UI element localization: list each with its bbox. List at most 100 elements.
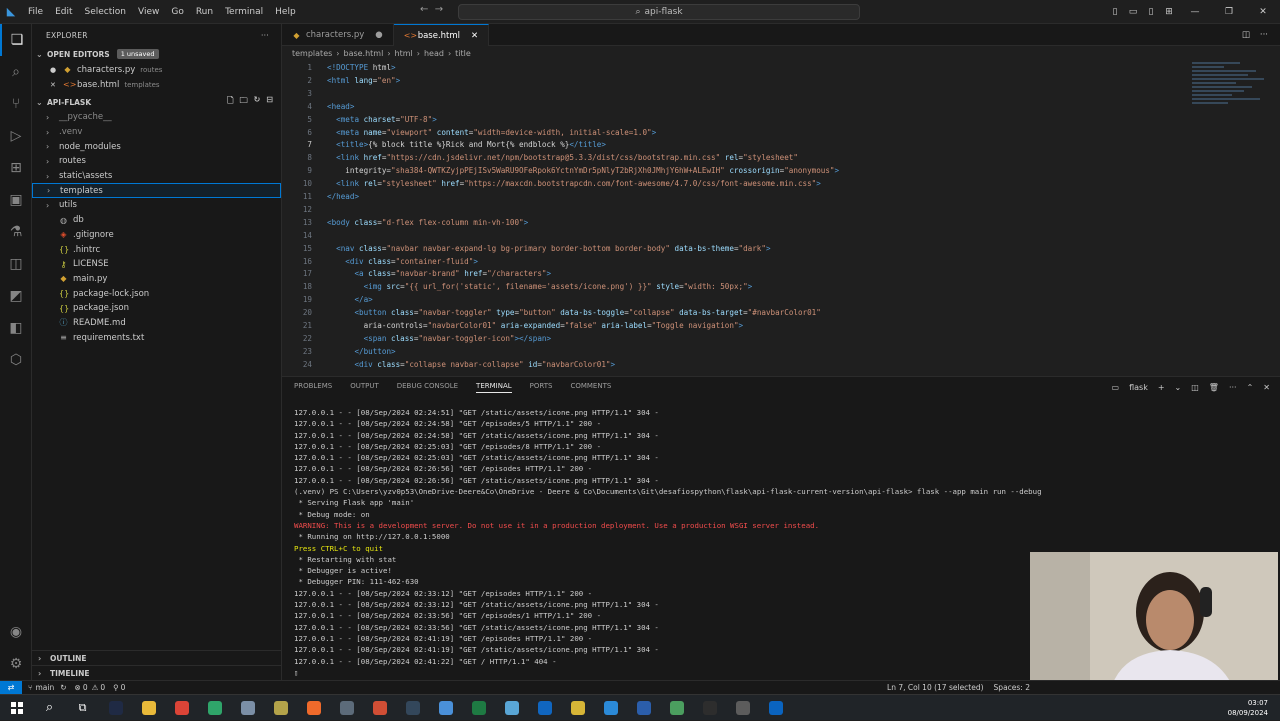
- panel-tab-comments[interactable]: COMMENTS: [570, 382, 611, 393]
- code-line[interactable]: <title>{% block title %}Rick and Mort{% …: [327, 140, 606, 149]
- code-line[interactable]: </a>: [327, 295, 373, 304]
- code-line[interactable]: aria-controls="navbarColor01" aria-expan…: [327, 321, 743, 330]
- modified-dot-icon[interactable]: ●: [50, 66, 58, 74]
- code-line[interactable]: <link rel="stylesheet" href="https://max…: [327, 179, 821, 188]
- extensions-icon[interactable]: ⊞: [0, 152, 32, 184]
- chevron-down-icon[interactable]: ⌄: [1175, 383, 1182, 392]
- tree-item[interactable]: ›templates: [32, 183, 281, 198]
- sourcetree-icon[interactable]: [561, 695, 594, 721]
- files-icon[interactable]: [495, 695, 528, 721]
- breadcrumb-item[interactable]: base.html: [343, 49, 383, 58]
- code-line[interactable]: <img src="{{ url_for('static', filename=…: [327, 282, 752, 291]
- tab-characters-py[interactable]: ◆characters.py●: [282, 24, 394, 46]
- command-center[interactable]: ⌕ api-flask: [458, 4, 860, 20]
- gear-icon[interactable]: ⚙: [0, 648, 32, 680]
- task-view-icon[interactable]: ⧉: [66, 695, 99, 721]
- outlook-icon[interactable]: [528, 695, 561, 721]
- notepad-icon[interactable]: [330, 695, 363, 721]
- tree-item[interactable]: ›.venv: [32, 125, 281, 140]
- shell-label[interactable]: flask: [1129, 383, 1148, 392]
- toggle-panel-icon[interactable]: ▭: [1124, 7, 1142, 17]
- snipping-tool-icon[interactable]: [231, 695, 264, 721]
- menu-item-terminal[interactable]: Terminal: [219, 7, 269, 17]
- terminal-output[interactable]: 127.0.0.1 - - [08/Sep/2024 02:24:51] "GE…: [294, 407, 1042, 678]
- search-icon[interactable]: ⌕: [0, 56, 32, 88]
- code-line[interactable]: <nav class="navbar navbar-expand-lg bg-p…: [327, 244, 771, 253]
- branch-name[interactable]: main: [36, 683, 55, 692]
- copilot-icon[interactable]: ⬡: [0, 344, 32, 376]
- tab-base-html[interactable]: <>base.html✕: [394, 24, 489, 46]
- add-terminal-icon[interactable]: +: [1158, 383, 1165, 392]
- close-panel-icon[interactable]: ✕: [1263, 383, 1270, 392]
- code-line[interactable]: <div class="container-fluid">: [327, 257, 478, 266]
- tree-item[interactable]: {}package.json: [32, 301, 281, 316]
- panel-tab-problems[interactable]: PROBLEMS: [294, 382, 332, 393]
- search-icon[interactable]: ⌕: [33, 695, 66, 721]
- breadcrumb-item[interactable]: templates: [292, 49, 332, 58]
- minimize-button[interactable]: —: [1178, 7, 1212, 17]
- close-window-button[interactable]: ✕: [1246, 7, 1280, 17]
- open-editor-item[interactable]: ●◆characters.pyroutes: [32, 62, 281, 77]
- tree-item[interactable]: {}package-lock.json: [32, 286, 281, 301]
- file-explorer-icon[interactable]: [132, 695, 165, 721]
- tree-item[interactable]: ◈.gitignore: [32, 228, 281, 243]
- ports-count[interactable]: 0: [121, 683, 126, 692]
- menu-item-view[interactable]: View: [132, 7, 165, 17]
- vscode-icon[interactable]: [594, 695, 627, 721]
- edge-icon[interactable]: [198, 695, 231, 721]
- menu-item-selection[interactable]: Selection: [79, 7, 132, 17]
- panel-tab-output[interactable]: OUTPUT: [350, 382, 379, 393]
- code-editor[interactable]: 1<!DOCTYPE html>2<html lang="en">34<head…: [282, 60, 1280, 373]
- toggle-sidebar-icon[interactable]: ▯: [1106, 7, 1124, 17]
- git-icon[interactable]: [363, 695, 396, 721]
- breadcrumb-item[interactable]: title: [455, 49, 471, 58]
- settings-icon[interactable]: [726, 695, 759, 721]
- more-actions-icon[interactable]: ···: [1229, 383, 1237, 392]
- maximize-panel-icon[interactable]: ⌃: [1247, 383, 1254, 392]
- tree-item[interactable]: ›node_modules: [32, 139, 281, 154]
- more-actions-icon[interactable]: ···: [1260, 30, 1268, 40]
- customize-layout-icon[interactable]: ⊞: [1160, 7, 1178, 17]
- menu-item-go[interactable]: Go: [165, 7, 189, 17]
- git-lens-icon[interactable]: ◧: [0, 312, 32, 344]
- open-editor-item[interactable]: ✕<>base.htmltemplates: [32, 77, 281, 92]
- panel-tab-terminal[interactable]: TERMINAL: [476, 382, 512, 393]
- new-folder-icon[interactable]: 🗀: [240, 95, 248, 109]
- code-line[interactable]: <button class="navbar-toggler" type="but…: [327, 308, 821, 317]
- code-line[interactable]: <span class="navbar-toggler-icon"></span…: [327, 334, 551, 343]
- breadcrumb-item[interactable]: head: [424, 49, 444, 58]
- tree-item[interactable]: ≡requirements.txt: [32, 330, 281, 345]
- remote-explorer-icon[interactable]: ▣: [0, 184, 32, 216]
- tree-item[interactable]: ›static\assets: [32, 169, 281, 184]
- terminal-cursor[interactable]: ▯: [294, 667, 1042, 678]
- git-graph-icon[interactable]: ◩: [0, 280, 32, 312]
- terminal-icon[interactable]: [693, 695, 726, 721]
- split-editor-icon[interactable]: ◫: [1242, 30, 1250, 40]
- modified-dot-icon[interactable]: ●: [375, 30, 382, 40]
- excel-icon[interactable]: [462, 695, 495, 721]
- explorer-icon[interactable]: ❏: [0, 24, 32, 56]
- code-line[interactable]: <div class="collapse navbar-collapse" id…: [327, 360, 615, 369]
- outlook-new-icon[interactable]: [759, 695, 792, 721]
- source-control-icon[interactable]: ⑂: [0, 88, 32, 120]
- nav-arrows[interactable]: ← →: [420, 4, 443, 15]
- toggle-secondary-sidebar-icon[interactable]: ▯: [1142, 7, 1160, 17]
- breadcrumb-item[interactable]: html: [395, 49, 413, 58]
- timeline-section[interactable]: › TIMELINE: [32, 665, 282, 680]
- word-icon[interactable]: [627, 695, 660, 721]
- menu-item-help[interactable]: Help: [269, 7, 302, 17]
- code-line[interactable]: <a class="navbar-brand" href="/character…: [327, 269, 551, 278]
- open-editors-header[interactable]: ⌄ OPEN EDITORS 1 unsaved: [32, 46, 281, 62]
- outline-section[interactable]: › OUTLINE: [32, 650, 282, 665]
- indentation[interactable]: Spaces: 2: [994, 683, 1030, 692]
- close-icon[interactable]: ✕: [471, 31, 478, 41]
- cursor-position[interactable]: Ln 7, Col 10 (17 selected): [887, 683, 984, 692]
- tree-item[interactable]: ⚷LICENSE: [32, 257, 281, 272]
- code-line[interactable]: <!DOCTYPE html>: [327, 63, 396, 72]
- error-count[interactable]: 0: [83, 683, 88, 692]
- code-line[interactable]: <meta charset="UTF-8">: [327, 115, 437, 124]
- code-line[interactable]: <meta name="viewport" content="width=dev…: [327, 128, 656, 137]
- menu-item-edit[interactable]: Edit: [49, 7, 78, 17]
- trash-icon[interactable]: 🗑: [1209, 383, 1219, 392]
- restore-button[interactable]: ❐: [1212, 7, 1246, 17]
